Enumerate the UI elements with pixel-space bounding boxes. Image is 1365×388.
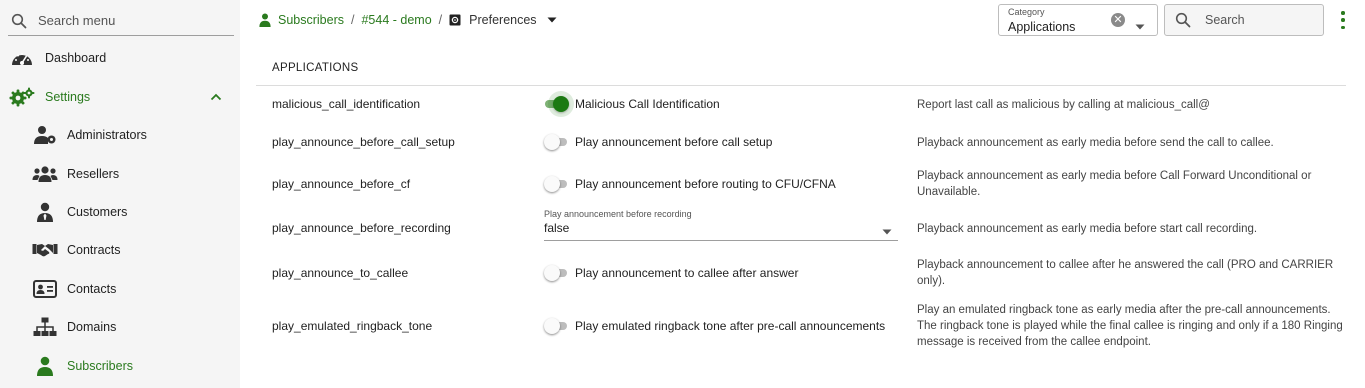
preference-description: Report last call as malicious by calling… xyxy=(917,99,1210,111)
preference-description: Playback announcement to callee after he… xyxy=(917,259,1334,287)
sidebar-item-contracts[interactable]: Contracts xyxy=(0,231,240,269)
sidebar-item-domains[interactable]: Domains xyxy=(0,308,240,346)
preference-key: malicious_call_identification xyxy=(272,97,421,111)
sidebar-item-settings[interactable]: Settings xyxy=(0,78,240,116)
contact-card-icon xyxy=(32,278,58,300)
preference-description: Playback announcement as early media bef… xyxy=(917,223,1258,235)
sidebar-item-label: Domains xyxy=(67,320,117,334)
toggle-label: Malicious Call Identification xyxy=(575,97,720,111)
subscriber-user-icon xyxy=(32,355,58,377)
play-emulated-ringback-tone-toggle[interactable] xyxy=(544,318,568,334)
customer-tie-icon xyxy=(32,201,58,223)
toggle-label: Play announcement before call setup xyxy=(575,135,773,149)
sidebar-item-customers[interactable]: Customers xyxy=(0,193,240,231)
play-announce-before-call-setup-toggle[interactable] xyxy=(544,134,568,150)
preference-description: Play an emulated ringback tone as early … xyxy=(917,304,1343,348)
sidebar-item-label: Administrators xyxy=(67,128,147,142)
sidebar-item-dashboard[interactable]: Dashboard xyxy=(0,39,240,77)
category-value: Applications xyxy=(1008,20,1076,34)
search-icon xyxy=(8,10,30,32)
top-bar: Subscribers / #544 - demo / Preferences … xyxy=(240,0,1365,40)
search-menu-input[interactable]: Search menu xyxy=(8,6,234,36)
breadcrumb-subscribers-link[interactable]: Subscribers xyxy=(278,13,344,27)
select-label: Play announcement before recording xyxy=(544,209,692,219)
settings-gears-icon xyxy=(9,86,35,108)
search-menu-placeholder: Search menu xyxy=(38,13,116,28)
preference-key: play_announce_before_call_setup xyxy=(272,135,455,149)
search-placeholder: Search xyxy=(1205,13,1245,27)
sidebar-item-label: Customers xyxy=(67,205,128,219)
toggle-label: Play announcement before routing to CFU/… xyxy=(575,177,836,191)
sidebar-item-label: Dashboard xyxy=(45,51,107,65)
preference-key: play_announce_before_recording xyxy=(272,221,451,235)
more-options-icon[interactable] xyxy=(1338,11,1348,29)
preference-description: Playback announcement as early media bef… xyxy=(917,137,1274,149)
dashboard-gauge-icon xyxy=(9,47,35,69)
caret-down-icon[interactable] xyxy=(882,222,892,240)
breadcrumb-current-preferences[interactable]: Preferences xyxy=(469,13,536,27)
play-announce-to-callee-toggle[interactable] xyxy=(544,265,568,281)
sidebar-item-label: Contracts xyxy=(67,243,121,257)
sidebar-item-administrators[interactable]: Administrators xyxy=(0,116,240,154)
chevron-up-icon[interactable] xyxy=(210,90,222,104)
sidebar-item-resellers[interactable]: Resellers xyxy=(0,155,240,193)
category-select[interactable]: Category Applications ✕ xyxy=(998,4,1158,36)
subscriber-user-icon xyxy=(258,13,272,27)
search-icon xyxy=(1175,11,1193,29)
caret-down-icon[interactable] xyxy=(1135,17,1145,35)
admin-user-gear-icon xyxy=(32,124,58,146)
caret-down-icon[interactable] xyxy=(547,17,557,23)
play-announce-before-recording-select[interactable]: Play announcement before recording false xyxy=(544,209,898,241)
sidebar-item-contacts[interactable]: Contacts xyxy=(0,270,240,308)
domains-sitemap-icon xyxy=(32,316,58,338)
toggle-label: Play announcement to callee after answer xyxy=(575,266,799,280)
preference-description: Playback announcement as early media bef… xyxy=(917,170,1312,198)
sidebar-item-label: Contacts xyxy=(67,282,117,296)
breadcrumb-separator: / xyxy=(438,13,443,27)
breadcrumb-separator: / xyxy=(351,13,355,27)
clear-icon[interactable]: ✕ xyxy=(1111,13,1125,27)
malicious-call-identification-toggle[interactable] xyxy=(544,96,569,112)
handshake-icon xyxy=(32,239,58,261)
breadcrumb: Subscribers / #544 - demo / Preferences xyxy=(258,0,557,40)
play-announce-before-cf-toggle[interactable] xyxy=(544,176,568,192)
sidebar-item-subscribers[interactable]: Subscribers xyxy=(0,347,240,385)
divider xyxy=(256,85,1346,86)
breadcrumb-subscriber-link[interactable]: #544 - demo xyxy=(361,13,431,27)
preference-key: play_announce_before_cf xyxy=(272,177,411,191)
search-input[interactable]: Search xyxy=(1164,4,1324,36)
toggle-label: Play emulated ringback tone after pre-ca… xyxy=(575,319,886,333)
preference-key: play_announce_to_callee xyxy=(272,266,409,280)
select-value: false xyxy=(544,221,570,235)
sidebar-item-label: Subscribers xyxy=(67,359,133,373)
sidebar-item-label: Resellers xyxy=(67,167,120,181)
resellers-group-icon xyxy=(32,163,58,185)
sidebar: Search menu Dashboard Settings Administr… xyxy=(0,0,240,388)
section-title: APPLICATIONS xyxy=(272,62,359,74)
sidebar-item-label: Settings xyxy=(45,90,91,104)
category-label: Category xyxy=(1008,7,1045,17)
preference-key: play_emulated_ringback_tone xyxy=(272,319,433,333)
preferences-gear-icon xyxy=(449,14,461,26)
